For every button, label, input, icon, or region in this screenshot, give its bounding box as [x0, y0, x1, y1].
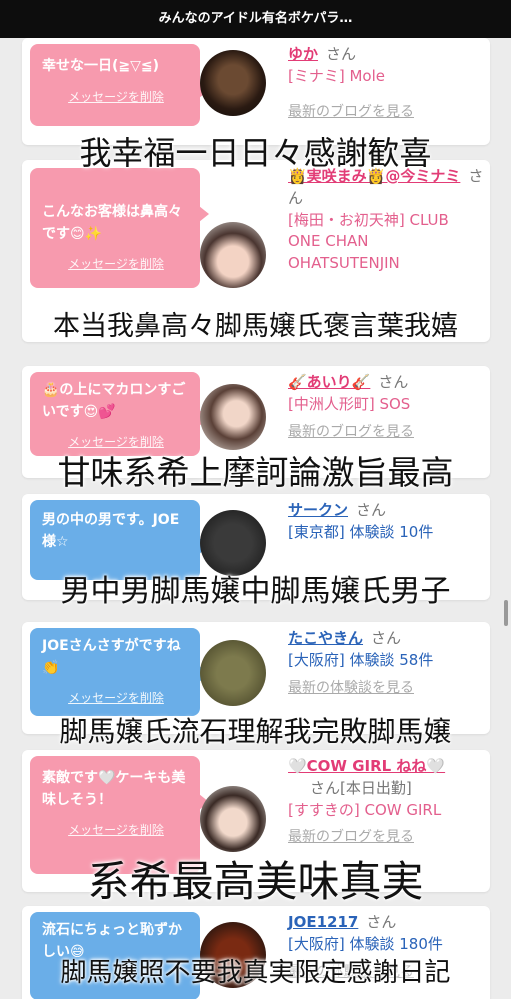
avatar[interactable] — [200, 384, 266, 450]
overlay-caption: 我幸福一日日々感謝歓喜 — [79, 134, 432, 172]
delete-message-link[interactable]: メッセージを削除 — [42, 88, 190, 107]
avatar[interactable] — [200, 50, 266, 116]
user-info: 🤍COW GIRL ねね🤍 さん[本日出勤] [すすきの] COW GIRL 最… — [288, 756, 484, 848]
user-info: たこやきん さん [大阪府] 体験談 58件 最新の体験談を見る — [288, 628, 484, 698]
scrollbar[interactable] — [504, 600, 508, 626]
message-text: こんなお客様は鼻高々です😊✨ — [42, 204, 182, 242]
overlay-caption: 系希最高美味真実 — [87, 857, 424, 906]
overlay-caption: 本当我鼻高々脚馬嬢氏褒言葉我嬉 — [53, 311, 458, 342]
latest-link[interactable]: 最新の体験談を見る — [288, 678, 484, 698]
username-link[interactable]: サークン — [288, 501, 348, 519]
username-link[interactable]: 🤍COW GIRL ねね🤍 — [288, 757, 445, 775]
username-link[interactable]: ゆか — [288, 45, 318, 63]
message-text: 素敵です🤍ケーキも美味しそう！ — [42, 770, 186, 808]
honorific: さん — [371, 629, 402, 647]
username-link[interactable]: たこやきん — [288, 629, 363, 647]
user-meta: [中洲人形町] SOS — [288, 394, 411, 413]
overlay-caption: 脚馬嬢氏流石理解我完敗脚馬嬢 — [59, 715, 452, 748]
delete-message-link[interactable]: メッセージを削除 — [42, 689, 190, 708]
delete-message-link[interactable]: メッセージを削除 — [42, 255, 190, 274]
message-text: JOEさんさすがですね👏 — [42, 638, 181, 676]
user-info: ゆか さん [ミナミ] Mole 最新のブログを見る — [288, 44, 484, 122]
overlay-caption: 脚馬嬢照不要我真実限定感謝日記 — [60, 958, 451, 988]
honorific: さん[本日出勤] — [310, 778, 412, 797]
username-link[interactable]: 🎸あいり🎸 — [288, 373, 370, 391]
user-meta: [梅田・お初天神] CLUB ONE CHAN OHATSUTENJIN — [288, 210, 449, 273]
latest-link[interactable]: 最新のブログを見る — [288, 422, 484, 442]
delete-message-link[interactable]: メッセージを削除 — [42, 821, 190, 840]
user-meta: [すすきの] COW GIRL — [288, 800, 442, 819]
honorific: さん — [366, 913, 397, 931]
user-meta: [ミナミ] Mole — [288, 66, 385, 85]
user-meta: [大阪府] 体験談 58件 — [288, 650, 434, 669]
latest-link[interactable]: 最新のブログを見る — [288, 102, 484, 122]
app-title-bar: みんなのアイドル有名ボケパラ… — [0, 0, 511, 38]
user-info: 🎸あいり🎸 さん [中洲人形町] SOS 最新のブログを見る — [288, 372, 484, 442]
user-meta: [東京都] 体験談 10件 — [288, 522, 434, 541]
user-info: サークン さん [東京都] 体験談 10件 — [288, 500, 484, 544]
overlay-caption: 男中男脚馬嬢中脚馬嬢氏男子 — [60, 574, 451, 609]
message-text: 幸せな一日(≧▽≦) — [42, 58, 160, 74]
avatar[interactable] — [200, 222, 266, 288]
message-text: 男の中の男です。JOE様☆ — [42, 512, 180, 550]
username-link[interactable]: JOE1217 — [288, 913, 358, 931]
page-title: みんなのアイドル有名ボケパラ… — [158, 11, 353, 26]
honorific: さん — [356, 501, 387, 519]
honorific: さん — [378, 373, 409, 391]
message-bubble: JOEさんさすがですね👏 メッセージを削除 — [30, 628, 209, 716]
latest-link[interactable]: 最新のブログを見る — [288, 827, 484, 847]
user-info: 👸実咲まみ👸@今ミナミ さん [梅田・お初天神] CLUB ONE CHAN OH… — [288, 166, 484, 275]
message-bubble: 🎂の上にマカロンすごいです😍💕 メッセージを削除 — [30, 372, 209, 456]
overlay-caption: 甘味系希上摩訶論激旨最高 — [57, 453, 454, 492]
avatar[interactable] — [200, 786, 266, 852]
message-text: 🎂の上にマカロンすごいです😍💕 — [42, 382, 186, 420]
avatar[interactable] — [200, 640, 266, 706]
message-bubble: 幸せな一日(≧▽≦) メッセージを削除 — [30, 44, 209, 126]
message-bubble: こんなお客様は鼻高々です😊✨ メッセージを削除 — [30, 168, 209, 288]
honorific: さん — [326, 45, 357, 63]
